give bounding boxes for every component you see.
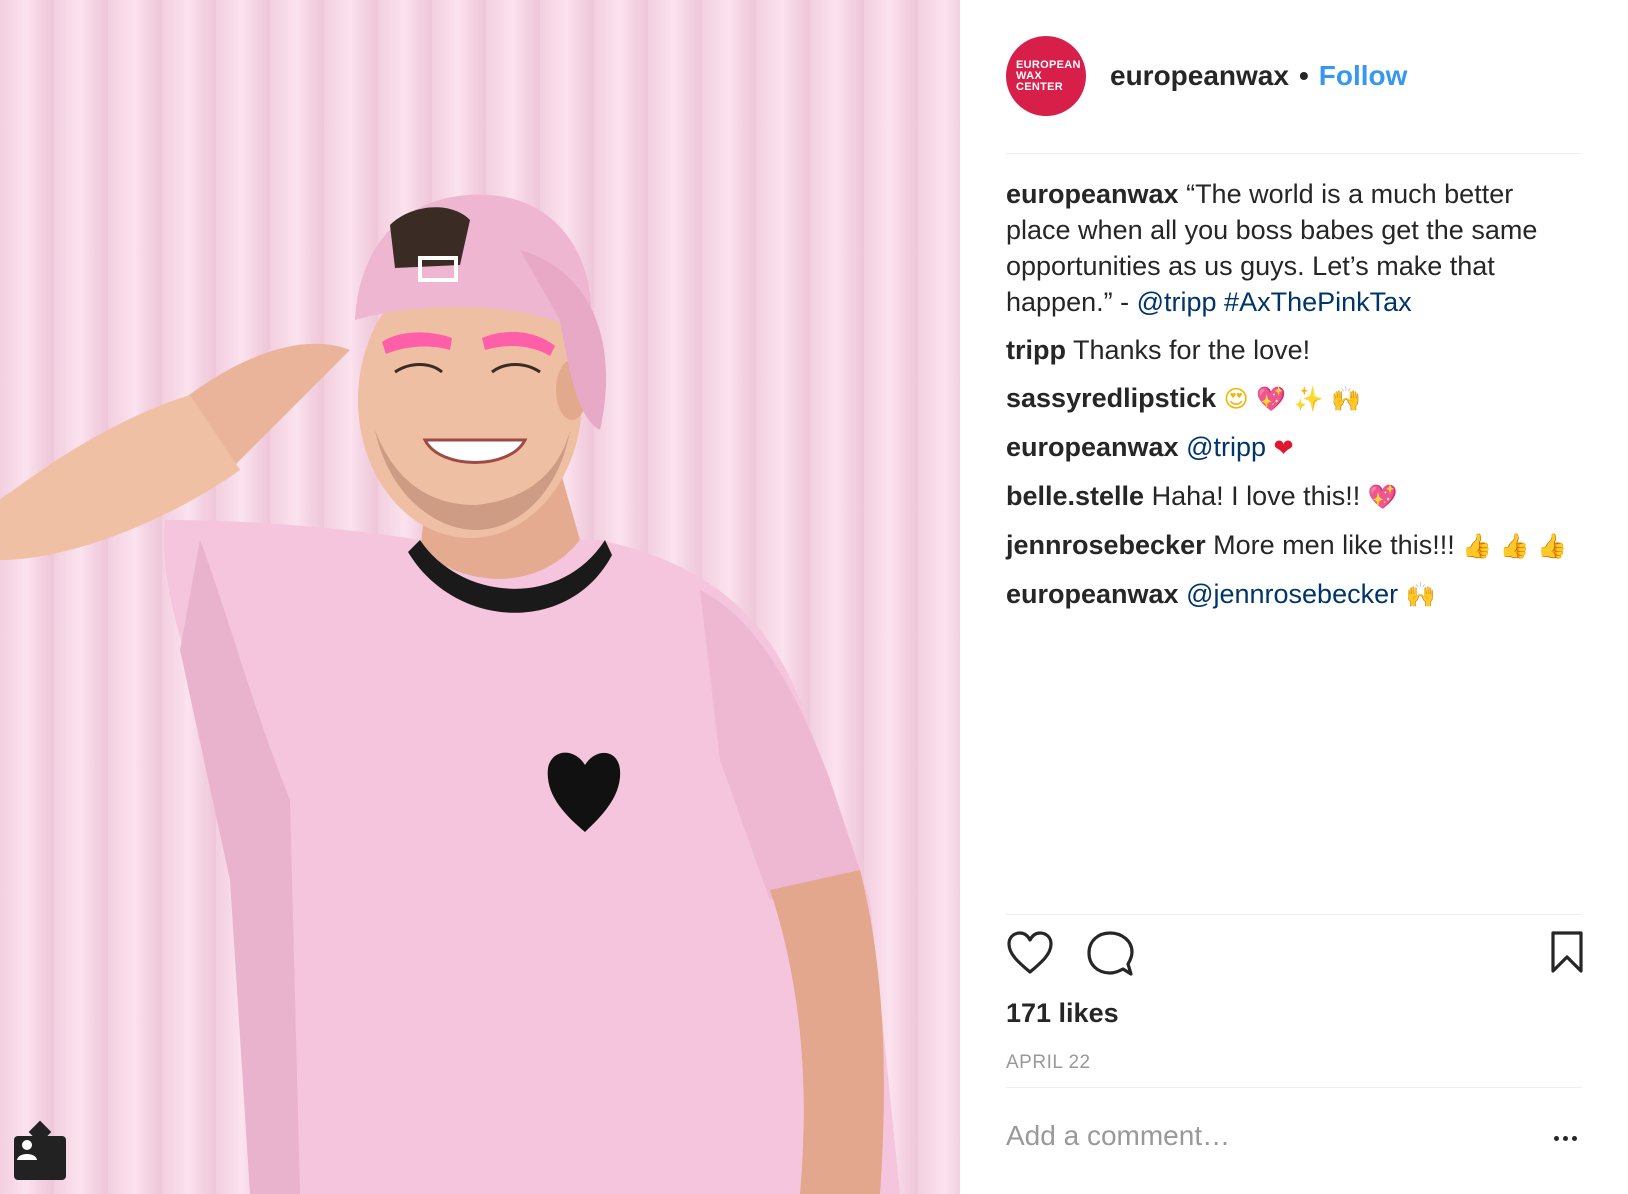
comment-mention-link[interactable]: @tripp <box>1186 432 1266 462</box>
comment-item: europeanwax @tripp ❤ <box>1006 429 1582 466</box>
avatar-text-line: CENTER <box>1016 80 1064 93</box>
heart-icon[interactable] <box>1006 930 1054 976</box>
comment-text: Thanks for the love! <box>1073 335 1311 365</box>
sparkles-emoji: ✨ <box>1293 385 1324 413</box>
comment-mention-link[interactable]: @jennrosebecker <box>1186 579 1398 609</box>
caption: europeanwax “The world is a much better … <box>1006 176 1582 320</box>
avatar-text-line: WAX <box>1016 69 1042 82</box>
comment-item: europeanwax @jennrosebecker 🙌 <box>1006 576 1582 613</box>
raising-hands-emoji: 🙌 <box>1405 581 1436 609</box>
tagged-people-button[interactable] <box>14 1136 66 1180</box>
comments-list: europeanwax “The world is a much better … <box>1006 176 1582 625</box>
comment-item: sassyredlipstick 😍 💖 ✨ 🙌 <box>1006 380 1582 417</box>
post-date: APRIL 22 <box>1006 1052 1091 1073</box>
actions-divider <box>1006 914 1582 915</box>
thumbs-up-emoji: 👍 <box>1499 532 1530 560</box>
header-username[interactable]: europeanwax <box>1110 60 1289 92</box>
likes-count[interactable]: 171 likes <box>1006 998 1119 1029</box>
person-icon <box>17 1140 37 1160</box>
caption-username[interactable]: europeanwax <box>1006 179 1179 209</box>
comment-item: tripp Thanks for the love! <box>1006 332 1582 368</box>
thumbs-up-emoji: 👍 <box>1462 532 1493 560</box>
header-divider <box>1006 153 1582 154</box>
header-separator: • <box>1298 60 1309 91</box>
caption-mention-link[interactable]: @tripp <box>1137 287 1217 317</box>
follow-button[interactable]: Follow <box>1319 60 1408 92</box>
more-options-icon[interactable] <box>1554 1136 1577 1141</box>
comment-item: jennrosebecker More men like this!!! 👍 👍… <box>1006 527 1582 564</box>
dot <box>1563 1136 1568 1141</box>
photo-illustration <box>0 194 901 1194</box>
post-header: EUROPEAN WAX CENTER europeanwax • Follow <box>1006 36 1407 116</box>
comment-username[interactable]: belle.stelle <box>1006 481 1144 511</box>
comment-username[interactable]: tripp <box>1006 335 1066 365</box>
comment-text: Haha! I love this!! <box>1151 481 1361 511</box>
raising-hands-emoji: 🙌 <box>1331 385 1361 413</box>
dot <box>1572 1136 1577 1141</box>
sparkling-heart-emoji: 💖 <box>1367 483 1398 511</box>
bookmark-icon[interactable] <box>1550 930 1584 974</box>
comment-username[interactable]: jennrosebecker <box>1006 530 1206 560</box>
speech-bubble-icon[interactable] <box>1086 930 1134 978</box>
post-photo[interactable] <box>0 0 960 1194</box>
caption-hashtag-link[interactable]: #AxThePinkTax <box>1224 287 1412 317</box>
avatar[interactable]: EUROPEAN WAX CENTER <box>1006 36 1086 116</box>
red-heart-emoji: ❤ <box>1273 434 1294 462</box>
action-bar <box>1006 930 1584 982</box>
comment-username[interactable]: europeanwax <box>1006 432 1179 462</box>
post-side-panel: EUROPEAN WAX CENTER europeanwax • Follow… <box>960 0 1628 1194</box>
sparkling-heart-emoji: 💖 <box>1256 385 1287 413</box>
comment-text: More men like this!!! <box>1213 530 1455 560</box>
comment-item: belle.stelle Haha! I love this!! 💖 <box>1006 478 1582 515</box>
heart-eyes-emoji: 😍 <box>1223 385 1249 413</box>
comment-divider <box>1006 1087 1582 1088</box>
add-comment-input[interactable] <box>1006 1120 1476 1152</box>
dot <box>1554 1136 1559 1141</box>
instagram-post-page: EUROPEAN WAX CENTER europeanwax • Follow… <box>0 0 1628 1194</box>
thumbs-up-emoji: 👍 <box>1537 532 1567 560</box>
comment-username[interactable]: sassyredlipstick <box>1006 383 1216 413</box>
avatar-text-line: EUROPEAN <box>1016 58 1081 71</box>
comment-username[interactable]: europeanwax <box>1006 579 1179 609</box>
